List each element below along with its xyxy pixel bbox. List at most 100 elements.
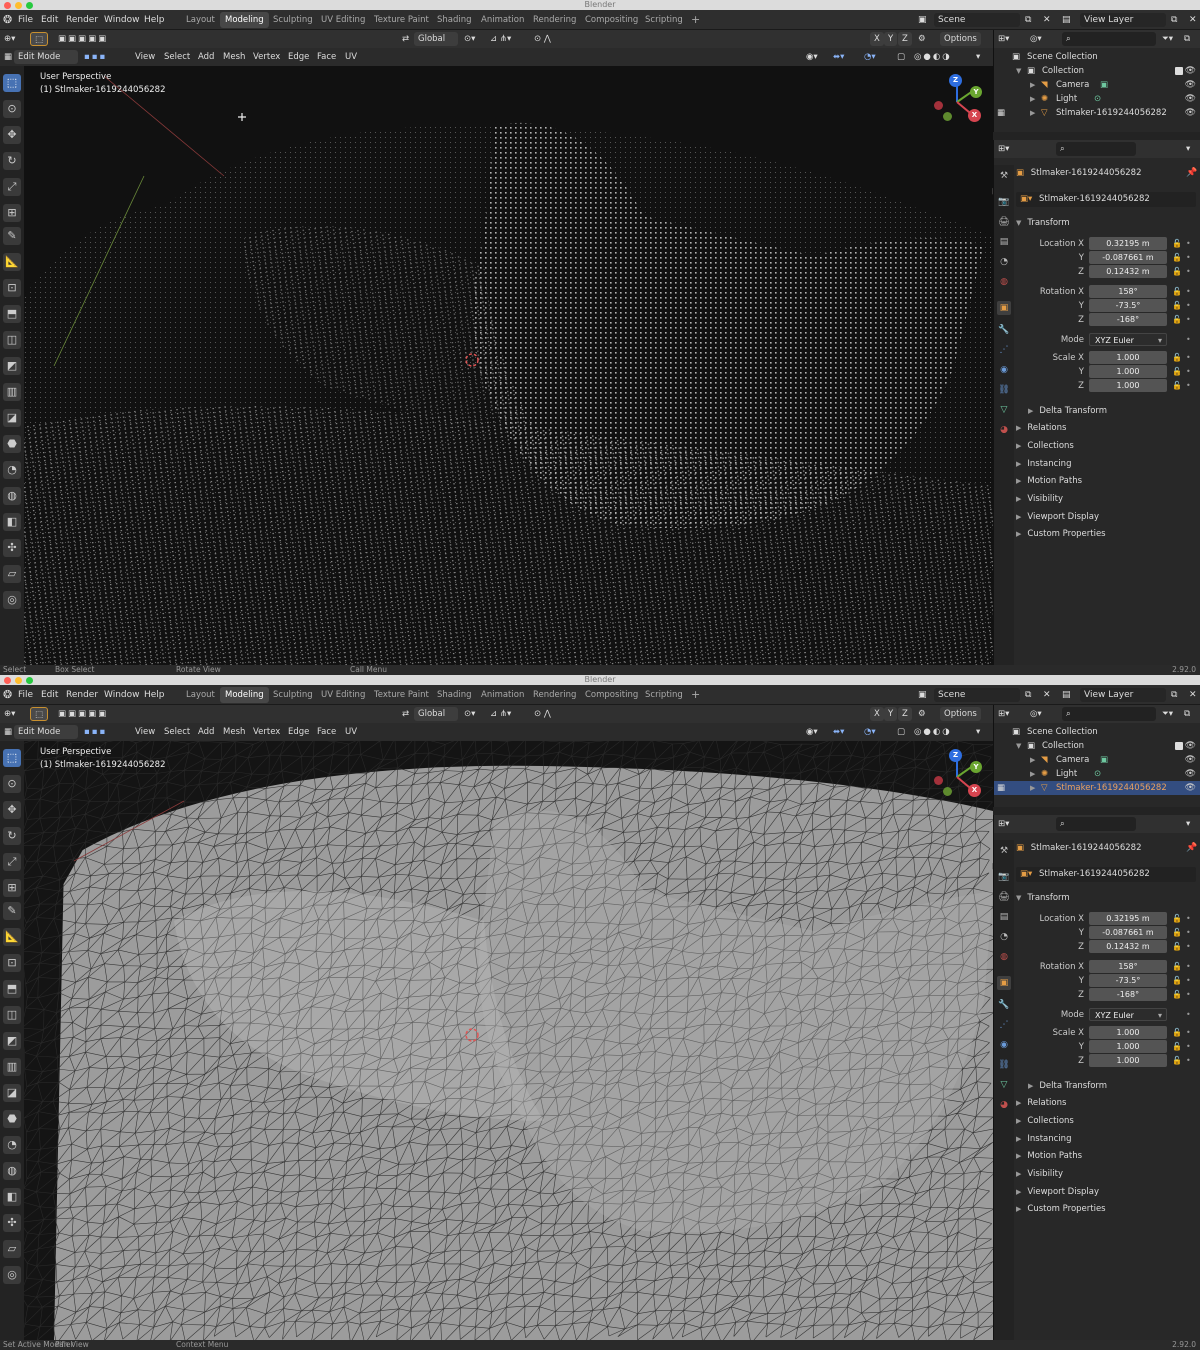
menu-window[interactable]: Window xyxy=(104,13,140,27)
delete-view-layer-icon[interactable]: ✕ xyxy=(1189,13,1197,27)
display-mode-icon[interactable]: ◎▾ xyxy=(1030,707,1042,721)
camera-data-icon[interactable]: ▣ xyxy=(1100,753,1108,767)
collapse-arrow-icon[interactable]: ▼ xyxy=(1016,64,1021,78)
overlays-toggle-icon[interactable]: ◔▾ xyxy=(864,50,876,64)
outliner-search-input[interactable]: ⌕ xyxy=(1062,707,1156,721)
pin-icon[interactable]: 📌 xyxy=(1186,168,1197,178)
bevel-icon[interactable]: ◩ xyxy=(3,1032,21,1050)
menu-window[interactable]: Window xyxy=(104,688,140,702)
scene-field[interactable]: Scene xyxy=(934,13,1020,27)
tab-scripting[interactable]: Scripting xyxy=(640,12,688,28)
orientation-dropdown[interactable]: Global xyxy=(414,32,458,46)
transform-icon[interactable]: ⊞ xyxy=(3,204,21,222)
render-tab-icon[interactable]: 📷 xyxy=(997,870,1011,884)
spin-icon[interactable]: ◔ xyxy=(3,461,21,479)
keyframe-dot-icon[interactable]: • xyxy=(1186,285,1191,299)
view-layer-field[interactable]: View Layer xyxy=(1080,13,1166,27)
visibility-eye-icon[interactable]: 👁 xyxy=(1185,767,1196,781)
properties-options-icon[interactable]: ▾ xyxy=(1186,817,1190,831)
select-mode-icons[interactable]: ▪▪▪ xyxy=(84,50,107,64)
edge-slide-icon[interactable]: ◧ xyxy=(3,1188,21,1206)
menu-file[interactable]: File xyxy=(18,13,33,27)
3d-cursor-icon[interactable] xyxy=(464,352,480,368)
outliner-mesh-object[interactable]: ▦ ▶ ▽ Stlmaker-1619244056282 👁 xyxy=(994,781,1200,795)
rotate-icon[interactable]: ↻ xyxy=(3,152,21,170)
zoom-window-button[interactable] xyxy=(26,677,33,684)
tab-texture-paint[interactable]: Texture Paint xyxy=(369,12,434,28)
tab-rendering[interactable]: Rendering xyxy=(528,12,581,28)
keyframe-dot-icon[interactable]: • xyxy=(1186,237,1191,251)
keyframe-dot-icon[interactable]: • xyxy=(1186,926,1191,940)
location-y-field[interactable]: -0.087661 m xyxy=(1089,926,1167,939)
keyframe-dot-icon[interactable]: • xyxy=(1186,974,1191,988)
lock-icon[interactable]: 🔓 xyxy=(1172,1054,1182,1068)
knife-icon[interactable]: ◪ xyxy=(3,409,21,427)
navigation-gizmo[interactable]: Z Y X xyxy=(929,74,985,130)
lock-icon[interactable]: 🔓 xyxy=(1172,351,1182,365)
menu-render[interactable]: Render xyxy=(66,13,98,27)
location-z-field[interactable]: 0.12432 m xyxy=(1089,940,1167,953)
inset-faces-icon[interactable]: ◫ xyxy=(3,1006,21,1024)
zoom-window-button[interactable] xyxy=(26,2,33,9)
rotation-mode-dropdown[interactable]: XYZ Euler ▾ xyxy=(1089,1008,1167,1021)
rip-region-icon[interactable]: ◎ xyxy=(3,591,21,609)
tab-scripting[interactable]: Scripting xyxy=(640,687,688,703)
keyframe-dot-icon[interactable]: • xyxy=(1186,1040,1191,1054)
shading-options-icon[interactable]: ▾ xyxy=(976,50,980,64)
collections-panel-header[interactable]: ▶ Collections xyxy=(1016,439,1074,453)
scene-icon[interactable]: ▣ xyxy=(918,688,927,702)
lock-icon[interactable]: 🔓 xyxy=(1172,974,1182,988)
tab-uv-editing[interactable]: UV Editing xyxy=(316,687,370,703)
gizmo-neg-y-icon[interactable] xyxy=(943,112,952,121)
pivot-point-icon[interactable]: ⊙▾ xyxy=(464,32,475,46)
add-workspace-button[interactable]: + xyxy=(686,12,705,28)
shear-icon[interactable]: ▱ xyxy=(3,1240,21,1258)
lock-icon[interactable]: 🔓 xyxy=(1172,940,1182,954)
mesh-data-tab-icon[interactable]: ▽ xyxy=(997,403,1011,417)
menu-add[interactable]: Add xyxy=(198,50,214,64)
output-tab-icon[interactable]: 🖨 xyxy=(997,215,1011,229)
shrink-fatten-icon[interactable]: ✣ xyxy=(3,539,21,557)
gizmo-neg-y-icon[interactable] xyxy=(943,787,952,796)
select-box-icon[interactable]: ⬚ xyxy=(3,749,21,767)
rotation-y-field[interactable]: -73.5° xyxy=(1089,974,1167,987)
menu-help[interactable]: Help xyxy=(144,688,165,702)
custom-properties-panel-header[interactable]: ▶ Custom Properties xyxy=(1016,1202,1106,1216)
view-layer-tab-icon[interactable]: ▤ xyxy=(997,235,1011,249)
tool-tab-icon[interactable]: ⚒ xyxy=(997,169,1011,183)
gizmo-z-icon[interactable]: Z xyxy=(949,749,962,762)
tab-animation[interactable]: Animation xyxy=(476,687,529,703)
object-data-icon[interactable]: ▣▾ xyxy=(1020,869,1032,879)
scale-z-field[interactable]: 1.000 xyxy=(1089,1054,1167,1067)
lock-icon[interactable]: 🔓 xyxy=(1172,1040,1182,1054)
keyframe-dot-icon[interactable]: • xyxy=(1186,940,1191,954)
lock-icon[interactable]: 🔓 xyxy=(1172,926,1182,940)
constraints-tab-icon[interactable]: ⛓ xyxy=(997,383,1011,397)
proportional-edit-icon[interactable]: ⊙ ⋀ xyxy=(534,32,551,46)
physics-tab-icon[interactable]: ◉ xyxy=(997,1038,1011,1052)
lock-icon[interactable]: 🔓 xyxy=(1172,988,1182,1002)
gizmo-toggle-icon[interactable]: ⬌▾ xyxy=(833,725,844,739)
properties-search-input[interactable]: ⌕ xyxy=(1056,817,1136,831)
location-z-field[interactable]: 0.12432 m xyxy=(1089,265,1167,278)
auto-merge-icon[interactable]: ⚙ xyxy=(918,32,926,46)
add-cube-icon[interactable]: ⊡ xyxy=(3,279,21,297)
mirror-axis-x[interactable]: X xyxy=(870,32,884,46)
cursor-icon[interactable]: ⊙ xyxy=(3,100,21,118)
shrink-fatten-icon[interactable]: ✣ xyxy=(3,1214,21,1232)
material-tab-icon[interactable]: ◕ xyxy=(997,423,1011,437)
mirror-axis-x[interactable]: X xyxy=(870,707,884,721)
world-tab-icon[interactable]: ◍ xyxy=(997,275,1011,289)
properties-search-input[interactable]: ⌕ xyxy=(1056,142,1136,156)
new-collection-icon[interactable]: ⧉ xyxy=(1184,707,1190,721)
properties-editor-type-icon[interactable]: ⊞▾ xyxy=(998,142,1009,156)
material-tab-icon[interactable]: ◕ xyxy=(997,1098,1011,1112)
expand-arrow-icon[interactable]: ▶ xyxy=(1030,767,1035,781)
outliner-camera[interactable]: ▶ ◥ Camera ▣ 👁 xyxy=(994,753,1200,767)
view-layer-tab-icon[interactable]: ▤ xyxy=(997,910,1011,924)
tool-tab-icon[interactable]: ⚒ xyxy=(997,844,1011,858)
new-view-layer-icon[interactable]: ⧉ xyxy=(1171,13,1177,27)
edit-mode-icon[interactable]: ▦ xyxy=(4,725,12,739)
mesh-data-tab-icon[interactable]: ▽ xyxy=(997,1078,1011,1092)
selection-mode-icons[interactable]: ▣▣▣▣▣ xyxy=(58,707,108,721)
